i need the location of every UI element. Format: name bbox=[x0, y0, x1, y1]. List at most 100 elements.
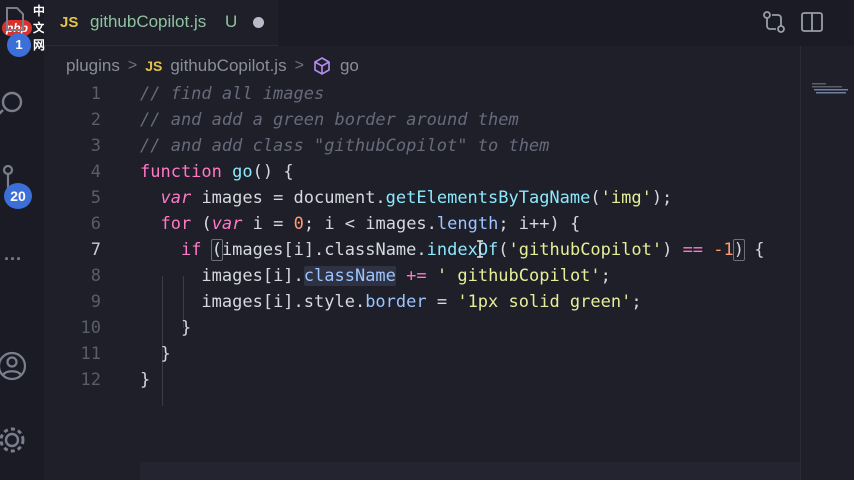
code-function-name: go bbox=[232, 162, 253, 182]
code-text: images = document. bbox=[191, 188, 386, 208]
code-operator: == bbox=[682, 240, 704, 260]
code-line[interactable]: 1 // find all images bbox=[44, 81, 810, 107]
code-line[interactable]: 4 function go() { bbox=[44, 159, 810, 185]
code-text: images[i]. bbox=[201, 266, 304, 286]
code-text: } bbox=[180, 318, 192, 338]
breadcrumb-file[interactable]: githubCopilot.js bbox=[170, 56, 286, 76]
code-text: ; bbox=[631, 292, 642, 312]
settings-gear-icon[interactable] bbox=[0, 424, 28, 456]
code-property-highlighted: className bbox=[303, 266, 396, 286]
symbol-method-icon bbox=[314, 57, 330, 75]
line-number: 12 bbox=[80, 370, 101, 390]
tab-file-name: githubCopilot.js bbox=[90, 12, 207, 31]
code-keyword: var bbox=[160, 188, 192, 208]
source-control-badge: 20 bbox=[4, 183, 32, 209]
code-comment: // and add class "githubCopilot" to them bbox=[140, 136, 550, 156]
line-number: 2 bbox=[90, 110, 101, 130]
code-line[interactable]: 6 for (var i = 0; i < images.length; i++… bbox=[44, 211, 810, 237]
horizontal-scrollbar[interactable] bbox=[140, 462, 800, 480]
code-text: () { bbox=[252, 162, 294, 182]
more-icon[interactable]: ... bbox=[4, 244, 22, 265]
code-property: length bbox=[436, 214, 499, 234]
breadcrumb-folder[interactable]: plugins bbox=[66, 56, 120, 76]
code-text: } bbox=[140, 370, 151, 390]
code-function-name: indexOf bbox=[426, 240, 499, 260]
split-editor-icon[interactable] bbox=[800, 10, 824, 34]
code-text: images[i].className. bbox=[221, 240, 427, 260]
breadcrumb: plugins > JS githubCopilot.js > go bbox=[66, 55, 359, 77]
line-number: 9 bbox=[90, 292, 101, 312]
line-number: 8 bbox=[90, 266, 101, 286]
code-comment: // and add a green border around them bbox=[140, 110, 519, 130]
code-text: images[i].style. bbox=[201, 292, 366, 312]
code-keyword: var bbox=[211, 214, 243, 234]
code-line[interactable]: 3 // and add class "githubCopilot" to th… bbox=[44, 133, 810, 159]
js-file-icon: JS bbox=[60, 14, 79, 31]
code-operator: += bbox=[406, 266, 427, 286]
code-function-name: getElementsByTagName bbox=[385, 188, 591, 208]
code-text: ) bbox=[662, 240, 683, 260]
tab-githubcopilot[interactable]: JS githubCopilot.js U bbox=[44, 0, 278, 46]
js-file-icon: JS bbox=[145, 58, 163, 74]
editor-scrollbar[interactable] bbox=[800, 46, 801, 480]
code-text: = bbox=[426, 292, 458, 312]
bracket-match: ( bbox=[210, 239, 223, 261]
code-number: 0 bbox=[293, 214, 304, 234]
code-text: ); bbox=[651, 188, 673, 208]
files-icon[interactable] bbox=[4, 6, 26, 32]
text-cursor-icon bbox=[477, 240, 483, 258]
code-string: ' githubCopilot' bbox=[436, 266, 601, 286]
account-icon[interactable] bbox=[0, 350, 28, 382]
line-number: 6 bbox=[90, 214, 101, 234]
line-number: 1 bbox=[90, 84, 101, 104]
code-text: ; i < images. bbox=[303, 214, 437, 234]
code-keyword: for bbox=[160, 214, 192, 234]
unsaved-dot-icon[interactable] bbox=[253, 17, 264, 28]
code-text: } bbox=[160, 344, 171, 364]
minimap[interactable] bbox=[812, 82, 850, 96]
line-number: 11 bbox=[80, 344, 101, 364]
compare-changes-icon[interactable] bbox=[762, 10, 786, 34]
code-text: { bbox=[744, 240, 765, 260]
code-line[interactable]: 9 images[i].style.border = '1px solid gr… bbox=[44, 289, 810, 315]
code-text: ; i++) { bbox=[498, 214, 581, 234]
code-keyword: if bbox=[180, 240, 202, 260]
line-number: 4 bbox=[90, 162, 101, 182]
line-number: 10 bbox=[80, 318, 101, 338]
code-line[interactable]: 11 } bbox=[44, 341, 810, 367]
explorer-badge: 1 bbox=[7, 33, 31, 57]
code-string: 'img' bbox=[600, 188, 652, 208]
code-line[interactable]: 5 var images = document.getElementsByTag… bbox=[44, 185, 810, 211]
git-untracked-status: U bbox=[225, 12, 238, 31]
line-number: 5 bbox=[90, 188, 101, 208]
bracket-match: ) bbox=[732, 239, 746, 261]
code-text: ( bbox=[590, 188, 601, 208]
code-editor[interactable]: 1 // find all images 2 // and add a gree… bbox=[44, 80, 810, 480]
code-property: border bbox=[365, 292, 427, 312]
code-line[interactable]: 8 images[i].className += ' githubCopilot… bbox=[44, 263, 810, 289]
tab-bar: JS githubCopilot.js U bbox=[44, 0, 854, 46]
chevron-right-icon: > bbox=[127, 57, 138, 74]
code-string: 'githubCopilot' bbox=[508, 240, 663, 260]
breadcrumb-symbol[interactable]: go bbox=[340, 56, 359, 76]
line-number: 7 bbox=[90, 240, 101, 260]
search-icon[interactable] bbox=[0, 88, 28, 116]
code-line[interactable]: 2 // and add a green border around them bbox=[44, 107, 810, 133]
code-text: i = bbox=[242, 214, 294, 234]
code-number: -1 bbox=[713, 240, 734, 260]
code-keyword: function bbox=[140, 162, 222, 182]
activity-bar: php 中文网 1 20 ... bbox=[0, 0, 45, 480]
code-string: '1px solid green' bbox=[457, 292, 632, 312]
code-line-active[interactable]: 7 if (images[i].className.indexOf('githu… bbox=[44, 237, 810, 263]
code-text: ( bbox=[498, 240, 509, 260]
code-comment: // find all images bbox=[140, 84, 325, 104]
code-line[interactable]: 12 } bbox=[44, 367, 810, 393]
code-line[interactable]: 10 } bbox=[44, 315, 810, 341]
code-text: ; bbox=[600, 266, 611, 286]
code-text: ( bbox=[191, 214, 212, 234]
chevron-right-icon: > bbox=[294, 57, 304, 74]
